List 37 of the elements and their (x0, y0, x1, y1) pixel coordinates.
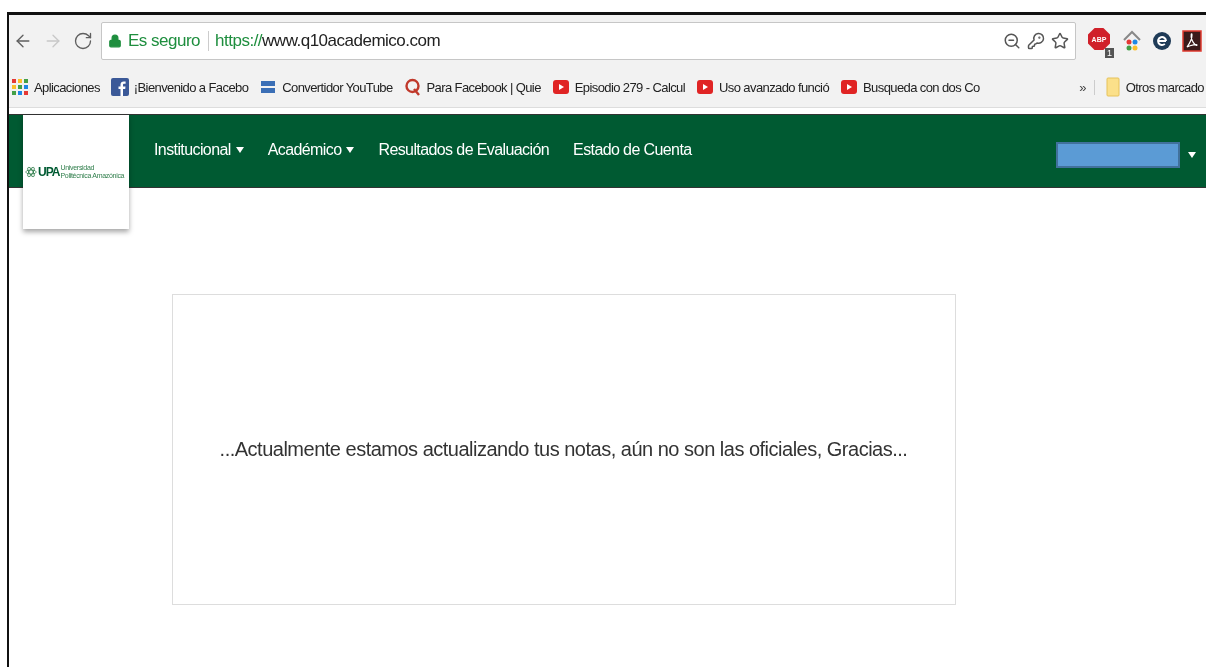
nav-menu-item[interactable]: Académico (267, 141, 355, 159)
round-e-icon[interactable] (1152, 31, 1172, 51)
bookmark-item[interactable]: Aplicaciones (11, 78, 100, 96)
address-bar[interactable]: Es seguro https://www.q10academico.com (101, 22, 1076, 60)
key-icon[interactable] (1027, 32, 1045, 50)
lock-icon (108, 34, 122, 48)
play-icon (696, 78, 715, 96)
house-icon[interactable] (1122, 30, 1142, 52)
bookmark-item[interactable]: Uso avanzado funció (696, 78, 830, 96)
atom-icon (25, 164, 37, 180)
nav-menu-item[interactable]: Resultados de Evaluación (378, 141, 550, 159)
notice-text: ...Actualmente estamos actualizando tus notas, aún no son las oficiales, Gracias... (219, 438, 908, 461)
facebook-icon (110, 78, 129, 96)
nav-menu-item[interactable]: Estado de Cuenta (573, 141, 692, 159)
caret-icon (235, 147, 244, 153)
stacked-bars-icon (259, 78, 278, 96)
bookmark-item[interactable]: Convertidor YouTube (259, 78, 393, 96)
security-label: Es seguro (128, 31, 210, 51)
logo-acronym: UPA (38, 165, 60, 179)
caret-icon (1188, 152, 1196, 158)
more-bookmarks-button[interactable]: » (1079, 79, 1095, 95)
play-icon (551, 78, 570, 96)
q-logo-icon (403, 78, 422, 96)
nav-menu-item[interactable]: Institucional (154, 141, 244, 159)
bookmark-item[interactable]: Para Facebook | Quie (403, 78, 541, 96)
bookmark-item[interactable]: Episodio 279 - Calcul (551, 78, 686, 96)
apps-grid-icon (11, 78, 29, 96)
other-bookmarks-folder[interactable]: Otros marcado (1105, 77, 1206, 97)
zoom-out-icon[interactable] (1003, 32, 1021, 50)
caret-icon (346, 147, 355, 153)
bookmark-item[interactable]: ¡Bienvenido a Facebo (110, 78, 249, 96)
bookmark-item[interactable]: Busqueda con dos Co (840, 78, 980, 96)
star-icon[interactable] (1051, 32, 1069, 50)
url-text: https://www.q10academico.com (215, 31, 441, 51)
pdf-icon[interactable] (1182, 30, 1202, 52)
play-icon (840, 78, 859, 96)
folder-icon (1105, 77, 1120, 97)
